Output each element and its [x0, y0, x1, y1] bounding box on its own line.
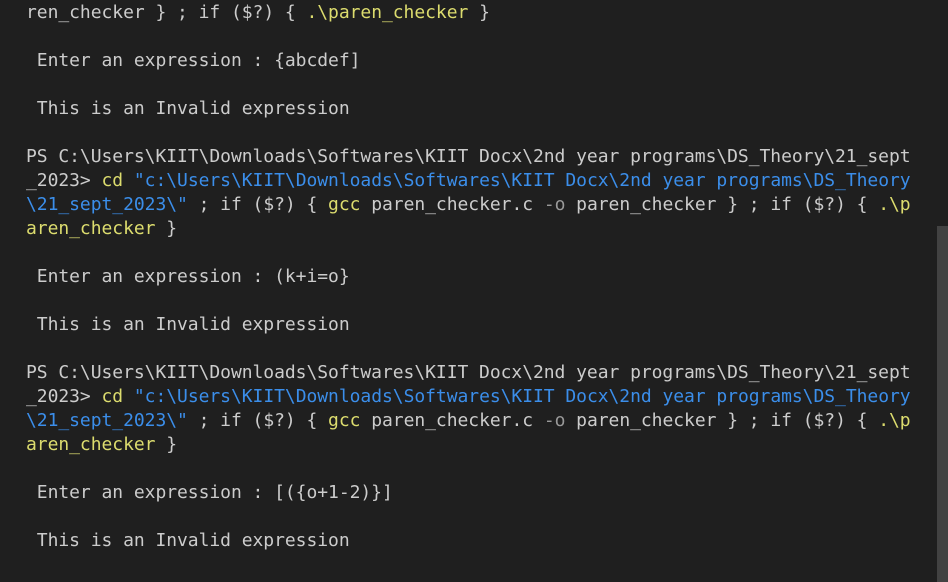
- terminal-text-segment: cd: [101, 386, 134, 407]
- terminal-line: PS C:\Users\KIIT\Downloads\Softwares\KII…: [26, 361, 911, 385]
- terminal-text-segment: ; if ($?) {: [187, 194, 329, 215]
- terminal-text-segment: \21_sept_2023\": [26, 194, 188, 215]
- terminal-text-segment: This is an Invalid expression: [26, 314, 350, 335]
- terminal-output[interactable]: ren_checker } ; if ($?) { .\paren_checke…: [0, 0, 934, 582]
- terminal-text-segment: Enter an expression : [({o+1-2)}]: [26, 482, 393, 503]
- terminal-text-segment: PS C:\Users\KIIT\Downloads\Softwares\KII…: [26, 146, 911, 167]
- terminal-text-segment: .\p: [878, 194, 911, 215]
- vertical-scrollbar[interactable]: [934, 0, 948, 582]
- terminal-line: This is an Invalid expression: [26, 313, 350, 337]
- terminal-text-segment: }: [155, 218, 178, 239]
- terminal-text-segment: }: [155, 434, 178, 455]
- terminal-line: This is an Invalid expression: [26, 97, 350, 121]
- terminal-line: This is an Invalid expression: [26, 529, 350, 553]
- terminal-line: aren_checker }: [26, 217, 177, 241]
- terminal-text-segment: _2023>: [26, 170, 102, 191]
- terminal-text-segment: aren_checker: [26, 434, 156, 455]
- terminal-text-segment: paren_checker.c: [360, 410, 544, 431]
- terminal-text-segment: paren_checker } ; if ($?) {: [565, 194, 879, 215]
- terminal-text-segment: gcc: [328, 194, 361, 215]
- terminal-line: \21_sept_2023\" ; if ($?) { gcc paren_ch…: [26, 409, 911, 433]
- terminal-text-segment: paren_checker } ; if ($?) {: [565, 410, 879, 431]
- terminal-text-segment: "c:\Users\KIIT\Downloads\Softwares\KIIT …: [133, 386, 911, 407]
- terminal-text-segment: -o: [543, 410, 566, 431]
- terminal-text-segment: paren_checker.c: [360, 194, 544, 215]
- terminal-text-segment: Enter an expression : (k+i=o}: [26, 266, 350, 287]
- terminal-text-segment: This is an Invalid expression: [26, 98, 350, 119]
- terminal-line: Enter an expression : (k+i=o}: [26, 265, 350, 289]
- terminal-text-segment: aren_checker: [26, 218, 156, 239]
- terminal-text-segment: .\p: [878, 410, 911, 431]
- terminal-line: _2023> cd "c:\Users\KIIT\Downloads\Softw…: [26, 169, 911, 193]
- terminal-line: _2023> cd "c:\Users\KIIT\Downloads\Softw…: [26, 385, 911, 409]
- terminal-text-segment: _2023>: [26, 386, 102, 407]
- terminal-text-segment: .\paren_checker: [306, 2, 469, 23]
- terminal-text-segment: ren_checker } ;: [26, 2, 199, 23]
- terminal-line: aren_checker }: [26, 433, 177, 457]
- terminal-text-segment: -o: [543, 194, 566, 215]
- terminal-text-segment: }: [468, 2, 490, 23]
- terminal-line: \21_sept_2023\" ; if ($?) { gcc paren_ch…: [26, 193, 911, 217]
- terminal-text-segment: gcc: [328, 410, 361, 431]
- terminal-text-segment: ; if ($?) {: [187, 410, 329, 431]
- terminal-line: Enter an expression : [({o+1-2)}]: [26, 481, 393, 505]
- scrollbar-thumb[interactable]: [937, 226, 948, 582]
- terminal-line: ren_checker } ; if ($?) { .\paren_checke…: [26, 1, 490, 25]
- terminal-text-segment: \21_sept_2023\": [26, 410, 188, 431]
- terminal-text-segment: This is an Invalid expression: [26, 530, 350, 551]
- terminal-line: Enter an expression : {abcdef]: [26, 49, 361, 73]
- terminal-text-segment: cd: [101, 170, 134, 191]
- terminal-text-segment: Enter an expression : {abcdef]: [26, 50, 361, 71]
- terminal-text-segment: PS C:\Users\KIIT\Downloads\Softwares\KII…: [26, 362, 911, 383]
- terminal-text-segment: if ($?) {: [198, 2, 307, 23]
- terminal-line: PS C:\Users\KIIT\Downloads\Softwares\KII…: [26, 145, 911, 169]
- terminal-text-segment: "c:\Users\KIIT\Downloads\Softwares\KIIT …: [133, 170, 911, 191]
